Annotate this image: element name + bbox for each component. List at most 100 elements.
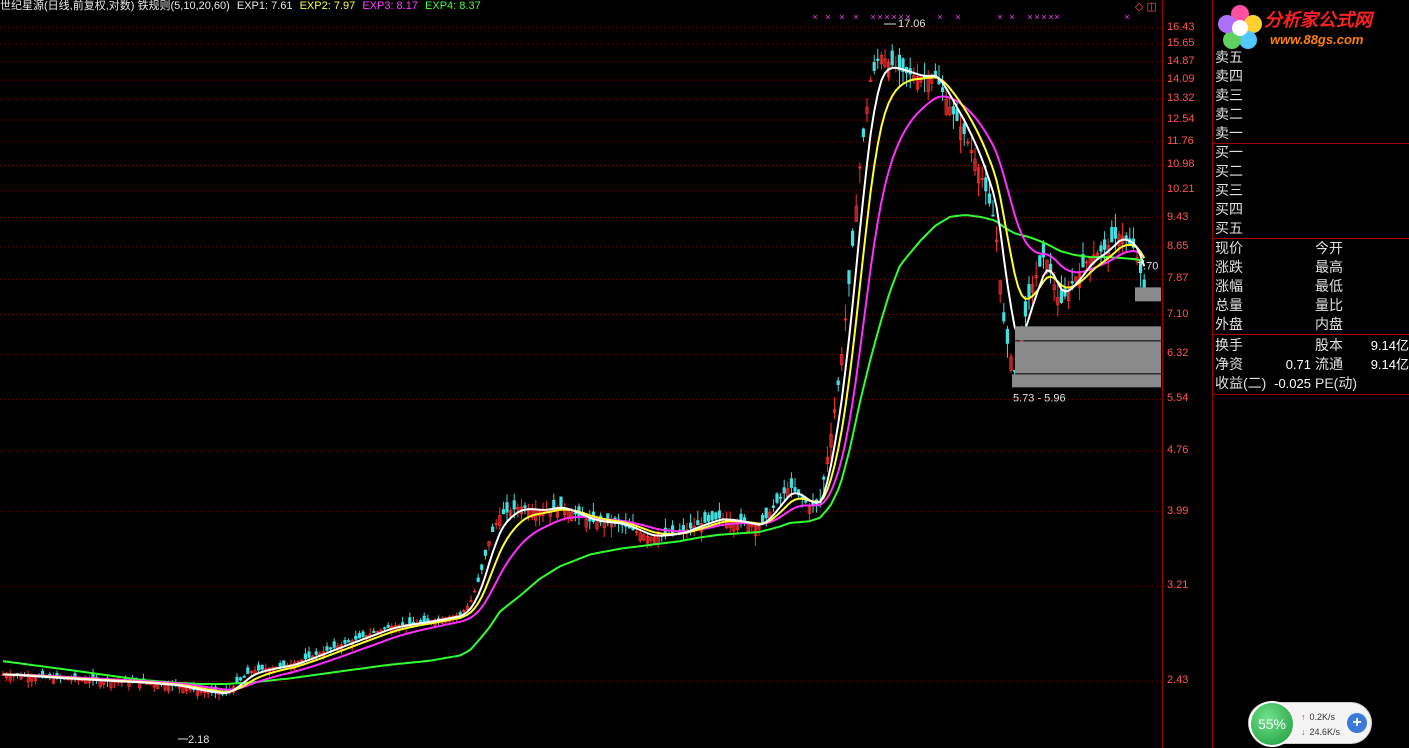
candle-body <box>764 507 768 519</box>
stat-label: 外盘 <box>1215 316 1243 332</box>
y-tick-label: 13.32 <box>1167 92 1195 105</box>
candle-body <box>418 620 423 623</box>
y-tick-label: 16.43 <box>1167 20 1195 33</box>
y-tick-label: 10.98 <box>1167 158 1195 171</box>
candle-body <box>851 230 855 246</box>
candle-body <box>696 520 700 526</box>
exp1-label: EXP1: 7.61 <box>236 0 293 12</box>
candle-body <box>861 128 866 138</box>
candle-body <box>1027 283 1031 298</box>
stat-label-right: 量比 <box>1315 297 1343 313</box>
candle-body <box>552 499 556 509</box>
upload-speed-value: 0.2K/s <box>1309 712 1336 722</box>
candle-body <box>761 514 765 524</box>
sell-level-label: 卖四 <box>1215 68 1243 84</box>
sell-level-label: 卖一 <box>1215 125 1243 141</box>
exp2-label: EXP2: 7.97 <box>299 0 356 12</box>
stat-label-right: 今开 <box>1315 240 1343 256</box>
candle-body <box>793 487 797 492</box>
range-price-label: 5.73 - 5.96 <box>1013 392 1066 404</box>
logo-text: 分析家公式网 <box>1264 10 1372 31</box>
stat-label: 总量 <box>1215 297 1243 313</box>
download-speed: ↓ 24.6K/s <box>1301 727 1340 737</box>
candle-body <box>505 502 509 513</box>
candle-body <box>382 627 387 630</box>
candle-body <box>559 496 563 508</box>
candle-body <box>1023 301 1027 317</box>
extra-value-right: 9.14亿 <box>1370 338 1409 353</box>
candle-body <box>789 478 794 488</box>
y-tick-label: 3.99 <box>1167 504 1189 517</box>
candle-body <box>411 621 416 624</box>
y-tick-label: 6.32 <box>1167 347 1189 360</box>
candle-body <box>689 522 693 529</box>
candle-body <box>357 633 362 639</box>
flower-logo-icon <box>1218 5 1262 49</box>
exp4-line <box>2 214 1145 685</box>
low-price-label: 2.18 <box>188 734 209 746</box>
candle-body <box>314 651 318 655</box>
candle-body <box>346 640 351 643</box>
exp3-line <box>2 95 1145 691</box>
candle-body <box>1005 329 1010 344</box>
candle-body <box>256 664 261 671</box>
y-tick-label: 5.54 <box>1167 392 1189 405</box>
sell-level-label: 卖二 <box>1215 106 1243 122</box>
candle-body <box>941 87 945 93</box>
candle-body <box>876 58 880 61</box>
stat-label-right: 最低 <box>1315 278 1343 294</box>
y-tick-label: 12.54 <box>1167 113 1195 126</box>
y-tick-label: 8.65 <box>1167 240 1189 253</box>
candle-body <box>480 564 484 570</box>
candle-body <box>307 651 311 658</box>
exp2-line <box>2 76 1146 693</box>
exp4-label: EXP4: 8.37 <box>425 0 481 12</box>
cpu-percent-badge[interactable]: 55% <box>1249 701 1295 747</box>
candle-body <box>771 505 776 508</box>
chart-title: 世纪星源(日线,前复权,对数) 铁规则(5,10,20,60) <box>0 0 230 12</box>
sell-level-label: 卖三 <box>1215 87 1243 103</box>
site-logo: 分析家公式网 www.88gs.com <box>1212 0 1409 54</box>
network-speed-widget[interactable]: 55% ↑ 0.2K/s ↓ 24.6K/s + <box>1248 701 1372 747</box>
extra-value: 0.71 <box>1285 357 1311 372</box>
extra-value: -0.025 <box>1274 376 1311 391</box>
stat-label-right: 内盘 <box>1315 316 1343 332</box>
y-tick-label: 4.76 <box>1167 444 1189 457</box>
depth-bar <box>1135 287 1161 302</box>
y-tick-label: 14.09 <box>1167 73 1195 86</box>
candle-body <box>962 123 966 135</box>
candle-body <box>278 663 282 667</box>
y-tick-label: 7.10 <box>1167 307 1189 320</box>
depth-bar <box>1015 341 1161 374</box>
indicator-header: 世纪星源(日线,前复权,对数) 铁规则(5,10,20,60) EXP1: 7.… <box>0 0 1150 14</box>
add-button[interactable]: + <box>1347 713 1367 733</box>
extra-label-right: PE(动) <box>1315 375 1357 391</box>
candle-body <box>1038 255 1042 267</box>
extra-label-right: 流通 <box>1315 356 1343 372</box>
candle-body <box>1070 281 1074 284</box>
candle-body <box>890 50 894 66</box>
candle-body <box>1142 279 1146 289</box>
candle-body <box>260 664 264 670</box>
y-tick-label: 14.87 <box>1167 54 1195 67</box>
candle-body <box>836 380 840 385</box>
y-tick-label: 9.43 <box>1167 210 1189 223</box>
buy-level-label: 买三 <box>1215 182 1243 198</box>
y-tick-label: 11.76 <box>1167 134 1194 147</box>
candle-body <box>400 622 405 626</box>
upload-speed: ↑ 0.2K/s <box>1301 712 1335 722</box>
candle-body <box>328 647 333 650</box>
y-tick-label: 7.87 <box>1167 272 1189 285</box>
candle-body <box>1113 227 1117 239</box>
y-tick-label: 10.21 <box>1167 183 1195 196</box>
candle-body <box>1002 312 1006 322</box>
extra-label-right: 股本 <box>1315 337 1343 353</box>
buy-level-label: 买四 <box>1215 201 1243 217</box>
price-chart[interactable]: × × × × × × × × × × × × × × × × × × × ×17.062.185.73 - 5.96… <box>0 0 1162 748</box>
candle-body <box>372 630 376 634</box>
exp1-line <box>2 66 1146 695</box>
candle-body <box>1099 245 1103 252</box>
candle-body <box>782 487 786 494</box>
y-tick-label: 2.43 <box>1167 674 1189 687</box>
stat-label: 涨幅 <box>1215 278 1243 294</box>
